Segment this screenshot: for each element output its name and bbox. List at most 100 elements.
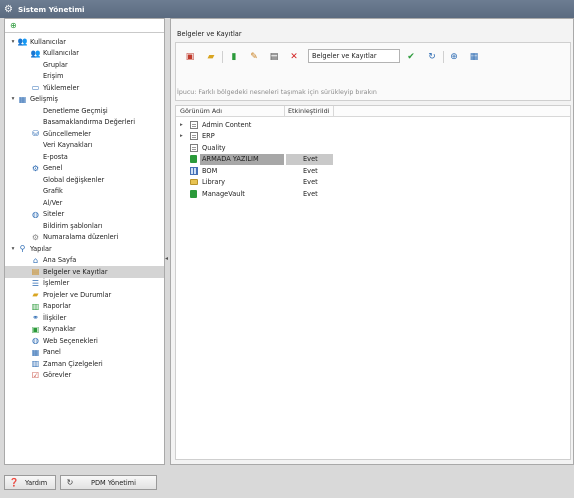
expand-arrow-icon[interactable]: ▸ [180,122,183,128]
grid-row[interactable]: BOM Evet [176,165,570,177]
new-folder-button[interactable]: ▰ [203,49,219,65]
expand-tree-icon[interactable]: ⊕ [10,21,17,30]
pdm-management-button[interactable]: ↻ PDM Yönetimi [60,475,157,490]
save-button[interactable]: ▤ [266,49,282,65]
resources-icon: ▣ [31,324,40,334]
list-icon: ☰ [31,278,40,288]
tree-item[interactable]: ▾ ▦ Gelişmiş [5,94,164,106]
tree-item[interactable]: Bildirim şablonları [5,220,164,232]
green-book-icon [189,155,198,164]
grid-row[interactable]: ARMADA YAZILIM Evet [176,153,570,166]
edit-button[interactable]: ✎ [246,49,262,65]
tree-item[interactable]: ◍ Siteler [5,209,164,221]
tree-item[interactable]: ▣ Kaynaklar [5,324,164,336]
grid-row[interactable]: ▸ Admin Content [176,119,570,131]
table-icon [189,166,198,175]
tree-item-label: Yüklemeler [43,83,80,92]
confirm-button[interactable]: ✔ [403,49,419,65]
tree-item[interactable]: E-posta [5,151,164,163]
title-bar: ⚙ Sistem Yönetimi [0,0,574,18]
view-name: ARMADA YAZILIM [202,155,259,164]
collapse-arrow-icon[interactable]: ◂ [165,255,168,262]
tree-item-label: Erişim [43,72,64,81]
web-button[interactable]: ⊕ [446,49,462,65]
grid-row[interactable]: Quality [176,142,570,154]
tree-item[interactable]: ▥ Zaman Çizelgeleri [5,358,164,370]
column-header-enabled[interactable]: Etkinleştirildi [288,107,329,115]
users-icon: 👥 [17,37,28,47]
tree-item-label: Ana Sayfa [43,256,77,265]
folder-icon [189,178,198,187]
help-button[interactable]: ❓ Yardım [4,475,56,490]
tree-item[interactable]: ▭ Yüklemeler [5,82,164,94]
tree-item[interactable]: ⌂ Ana Sayfa [5,255,164,267]
green-book-icon: ▮ [231,52,237,62]
refresh-icon: ↻ [66,478,74,487]
expand-arrow-icon[interactable]: ▸ [180,133,183,139]
help-icon: ❓ [9,478,19,487]
tree-item[interactable]: Basamaklandırma Değerleri [5,117,164,129]
tree-item-label: Gruplar [43,60,68,69]
tree-item-label: Güncellemeler [43,129,91,138]
database-icon: ⛁ [32,129,39,139]
tree-item-label: Yapılar [30,244,52,253]
tree-item[interactable]: ⚙ Numaralama düzenleri [5,232,164,244]
tree-item[interactable]: Veri Kaynakları [5,140,164,152]
refresh-button[interactable]: ↻ [424,49,440,65]
grid-row[interactable]: ▸ ERP [176,131,570,143]
view-name: Admin Content [202,120,252,129]
column-header-name[interactable]: Görünüm Adı [180,107,222,115]
content-panel: Belgeler ve Kayıtlar ▣ ▰ ▮ ✎ ▤ ✕ ✔ ↻ ⊕ [170,18,574,465]
tree-item[interactable]: ▤ Belgeler ve Kayıtlar [5,266,164,278]
green-book-icon [189,189,198,198]
tree-item[interactable]: 👥 Kullanıcılar [5,48,164,60]
view-name: ManageVault [202,189,245,198]
tree-item[interactable]: Erişim [5,71,164,83]
tree-item[interactable]: Global değişkenler [5,174,164,186]
tree-item[interactable]: Al/Ver [5,197,164,209]
tree-item[interactable]: ⚙ Genel [5,163,164,175]
tree-item[interactable]: ▰ Projeler ve Durumlar [5,289,164,301]
settings-button[interactable]: ▦ [466,49,482,65]
open-button[interactable]: ▮ [226,49,242,65]
tree-item[interactable]: ⛁ Güncellemeler [5,128,164,140]
tree-item[interactable]: ▥ Raporlar [5,301,164,313]
view-name: Quality [202,143,226,152]
grid-row[interactable]: ManageVault Evet [176,188,570,200]
tree-item-label: Kullanıcılar [30,37,66,46]
tree-item[interactable]: ▦ Panel [5,347,164,359]
expand-arrow-icon[interactable]: ▾ [10,96,16,102]
document-icon [189,143,198,152]
tree-item[interactable]: ▾ 👥 Kullanıcılar [5,36,164,48]
panel-title: Belgeler ve Kayıtlar [177,30,242,38]
tree-item-label: Denetleme Geçmişi [43,106,108,115]
grid-header: Görünüm Adı Etkinleştirildi [176,106,570,117]
grid-row[interactable]: Library Evet [176,177,570,189]
panel-icon: ▦ [31,347,40,357]
tree-item[interactable]: ⚭ İlişkiler [5,312,164,324]
tree-item[interactable]: ☑ Görevler [5,370,164,382]
tasks-icon: ☑ [31,370,40,380]
tree-item[interactable]: ◍ Web Seçenekleri [5,335,164,347]
tree-item[interactable]: ▾ ⚲ Yapılar [5,243,164,255]
grid-icon: ▦ [18,94,27,104]
enabled-value: Evet [303,166,318,175]
tree-item[interactable]: Gruplar [5,59,164,71]
structure-icon: ⚲ [19,244,26,254]
timesheet-icon: ▥ [31,359,40,369]
expand-arrow-icon[interactable]: ▾ [10,39,16,45]
tree-item[interactable]: ☰ İşlemler [5,278,164,290]
tree-item-label: Panel [43,348,61,357]
gear-gray-icon: ⚙ [31,232,40,242]
tree-item-label: Web Seçenekleri [43,336,98,345]
expand-arrow-icon[interactable]: ▾ [10,246,16,252]
new-folder-icon: ▰ [207,52,215,62]
globe-icon: ◍ [32,209,39,219]
delete-button[interactable]: ✕ [286,49,302,65]
new-view-button[interactable]: ▣ [182,49,198,65]
refresh-icon: ↻ [428,52,436,62]
tree-item[interactable]: Denetleme Geçmişi [5,105,164,117]
tree-item-label: Belgeler ve Kayıtlar [43,267,108,276]
name-input[interactable] [308,49,400,63]
tree-item[interactable]: Grafik [5,186,164,198]
